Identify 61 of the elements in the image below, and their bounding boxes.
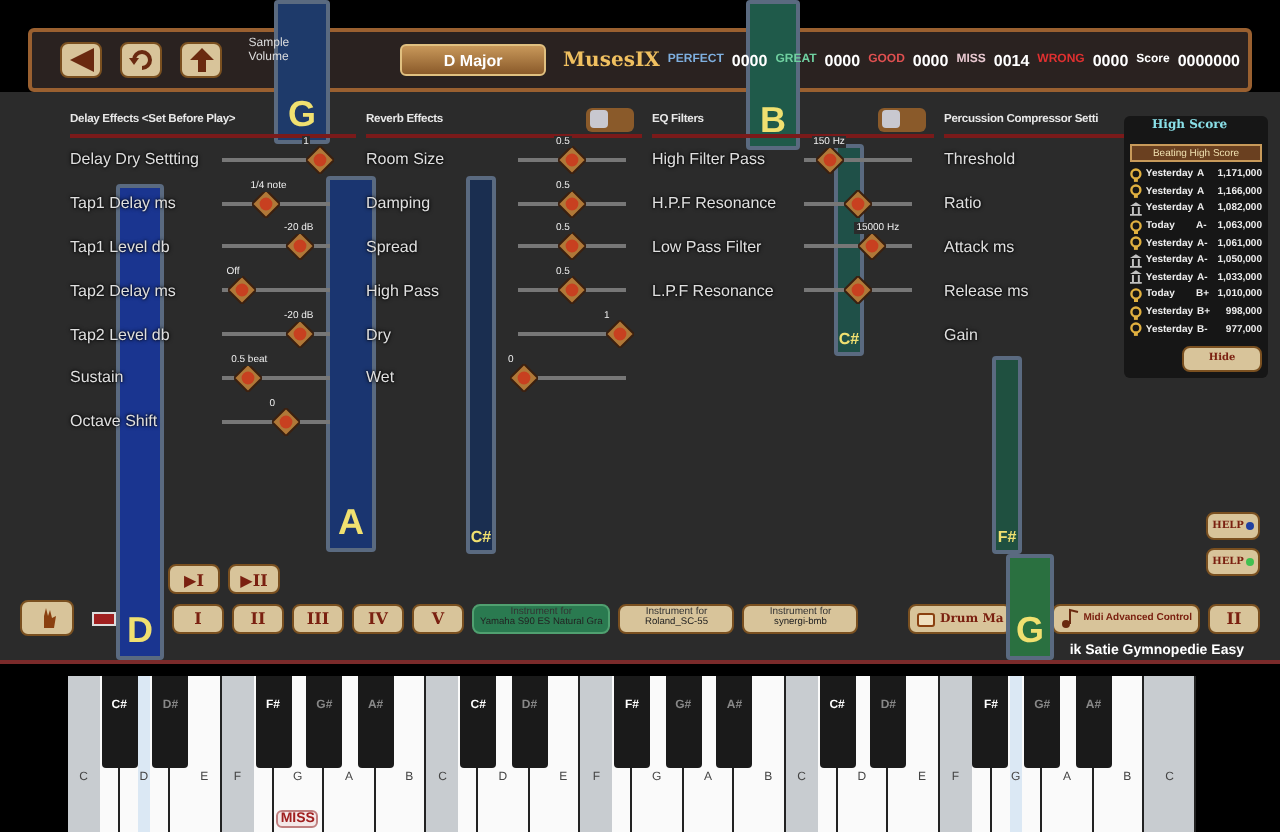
note-label: C# — [470, 528, 492, 546]
hand-button[interactable] — [20, 600, 74, 636]
toolbar-button[interactable] — [60, 42, 103, 78]
play-button[interactable]: ▶I — [168, 564, 220, 594]
toolbar-button[interactable] — [180, 42, 223, 78]
slider-thumb[interactable] — [305, 145, 334, 174]
setting-label: Tap1 Level db — [70, 237, 172, 256]
note-label: F# — [997, 528, 1017, 546]
pillar-icon — [1130, 201, 1142, 216]
setting-label: Octave Shift — [70, 412, 160, 431]
music-note-icon — [1059, 608, 1080, 628]
setting-label: L.P.F Resonance — [652, 281, 776, 300]
drum-icon — [916, 608, 937, 628]
pause-button[interactable]: II — [1208, 603, 1260, 633]
setting-label: Ratio — [944, 194, 984, 213]
toolbar-button[interactable] — [120, 42, 163, 78]
counter-value: 0014 — [993, 51, 1030, 69]
chord-button[interactable]: V — [412, 603, 464, 633]
toggle-switch[interactable] — [878, 107, 926, 131]
note-label: B — [760, 100, 786, 142]
setting-label: Tap2 Level db — [70, 325, 172, 344]
setting-label: Dry — [366, 325, 393, 344]
setting-label: Room Size — [366, 150, 447, 169]
setting-label: Delay Dry Settting — [70, 150, 201, 169]
counter-value: 0000000 — [1177, 51, 1240, 69]
counter-value: 0000 — [731, 51, 768, 69]
back-icon — [67, 46, 96, 74]
note-label: C# — [838, 330, 860, 348]
setting-label: High Filter Pass — [652, 150, 767, 169]
slider-thumb[interactable] — [510, 363, 538, 392]
note-label: G — [287, 94, 316, 136]
note-label: A — [338, 502, 364, 544]
setting-label: Wet — [366, 368, 397, 387]
slider-thumb[interactable] — [271, 407, 300, 436]
record-button[interactable] — [92, 611, 116, 625]
chord-button[interactable]: I — [172, 603, 224, 633]
refresh-icon — [127, 46, 156, 74]
app-logo: MusesIX — [562, 49, 660, 71]
setting-label: Attack ms — [944, 237, 1017, 256]
slider-thumb[interactable] — [606, 320, 634, 349]
setting-label: Damping — [366, 194, 433, 213]
counter-value: 0000 — [1092, 51, 1129, 69]
play-button[interactable]: ▶II — [228, 564, 280, 594]
bulb-icon — [1130, 287, 1142, 302]
note-label: D — [127, 610, 153, 652]
setting-label: Release ms — [944, 281, 1031, 300]
counter-value: 0000 — [912, 51, 949, 69]
setting-label: High Pass — [366, 281, 441, 300]
chord-button[interactable]: IV — [352, 603, 404, 633]
setting-label: H.P.F Resonance — [652, 194, 779, 213]
chord-button[interactable]: III — [292, 603, 344, 633]
up-arrow-icon — [187, 46, 216, 74]
setting-label: Spread — [366, 237, 420, 256]
toggle-switch[interactable] — [586, 107, 634, 131]
note-label: G — [1015, 610, 1044, 652]
chord-button[interactable]: II — [232, 603, 284, 633]
setting-label: Threshold — [944, 150, 1018, 169]
key-display: D Major — [399, 44, 547, 76]
setting-label: Low Pass Filter — [652, 237, 764, 256]
setting-label: Gain — [944, 325, 980, 344]
counter-value: 0000 — [824, 51, 861, 69]
